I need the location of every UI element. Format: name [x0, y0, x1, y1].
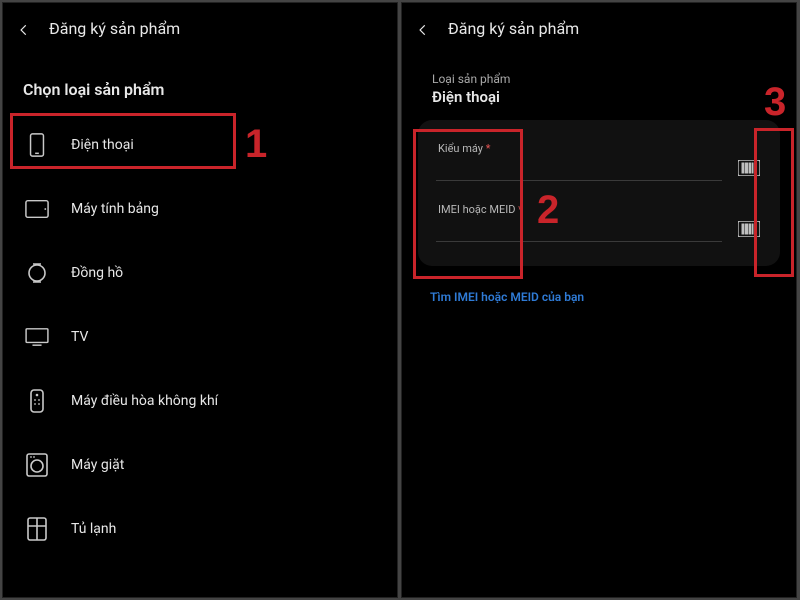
phone-screen-right: Đăng ký sản phẩm Loại sản phẩm Điện thoạ…: [401, 2, 797, 598]
washer-icon: [25, 453, 49, 477]
category-label: Máy giặt: [71, 457, 124, 473]
imei-field[interactable]: IMEI hoặc MEID *: [436, 203, 762, 242]
product-type-label: Loại sản phẩm: [430, 68, 768, 86]
header-left: Đăng ký sản phẩm: [3, 3, 397, 52]
tv-icon: [25, 325, 49, 349]
barcode-scan-button[interactable]: [736, 218, 762, 240]
category-label: TV: [71, 329, 88, 345]
fridge-icon: [25, 517, 49, 541]
imei-label: IMEI hoặc MEID *: [436, 203, 762, 216]
back-icon[interactable]: [416, 22, 430, 36]
stage: Đăng ký sản phẩm Chọn loại sản phẩm Điện…: [0, 0, 800, 600]
header-right: Đăng ký sản phẩm: [402, 3, 796, 52]
model-label: Kiểu máy *: [436, 142, 762, 155]
required-mark: *: [486, 142, 491, 155]
phone-icon: [25, 133, 49, 157]
category-item-watch[interactable]: Đồng hồ: [3, 241, 397, 305]
model-input[interactable]: [436, 155, 722, 181]
category-label: Máy tính bảng: [71, 201, 159, 217]
find-imei-link[interactable]: Tìm IMEI hoặc MEID của bạn: [430, 290, 796, 304]
category-item-tv[interactable]: TV: [3, 305, 397, 369]
header-title-right: Đăng ký sản phẩm: [448, 19, 579, 38]
tablet-icon: [25, 197, 49, 221]
required-mark: *: [518, 203, 523, 216]
device-form-card: Kiểu máy * IMEI hoặc MEID *: [418, 120, 780, 266]
section-title: Chọn loại sản phẩm: [3, 52, 397, 113]
phone-screen-left: Đăng ký sản phẩm Chọn loại sản phẩm Điện…: [2, 2, 398, 598]
header-title-left: Đăng ký sản phẩm: [49, 19, 180, 38]
category-label: Máy điều hòa không khí: [71, 393, 218, 409]
imei-input[interactable]: [436, 216, 722, 242]
category-item-phone[interactable]: Điện thoại: [3, 113, 397, 177]
category-item-fridge[interactable]: Tủ lạnh: [3, 497, 397, 561]
product-type-block: Loại sản phẩm Điện thoại: [402, 52, 796, 106]
category-item-ac[interactable]: Máy điều hòa không khí: [3, 369, 397, 433]
category-label: Điện thoại: [71, 137, 134, 153]
category-list: Điện thoại Máy tính bảng Đồng hồ TV: [3, 113, 397, 561]
category-item-tablet[interactable]: Máy tính bảng: [3, 177, 397, 241]
barcode-scan-button[interactable]: [736, 157, 762, 179]
watch-icon: [25, 261, 49, 285]
model-field[interactable]: Kiểu máy *: [436, 142, 762, 181]
category-label: Đồng hồ: [71, 265, 123, 281]
ac-remote-icon: [25, 389, 49, 413]
back-icon[interactable]: [17, 22, 31, 36]
category-label: Tủ lạnh: [71, 521, 116, 537]
product-type-value: Điện thoại: [430, 86, 768, 106]
category-item-washer[interactable]: Máy giặt: [3, 433, 397, 497]
